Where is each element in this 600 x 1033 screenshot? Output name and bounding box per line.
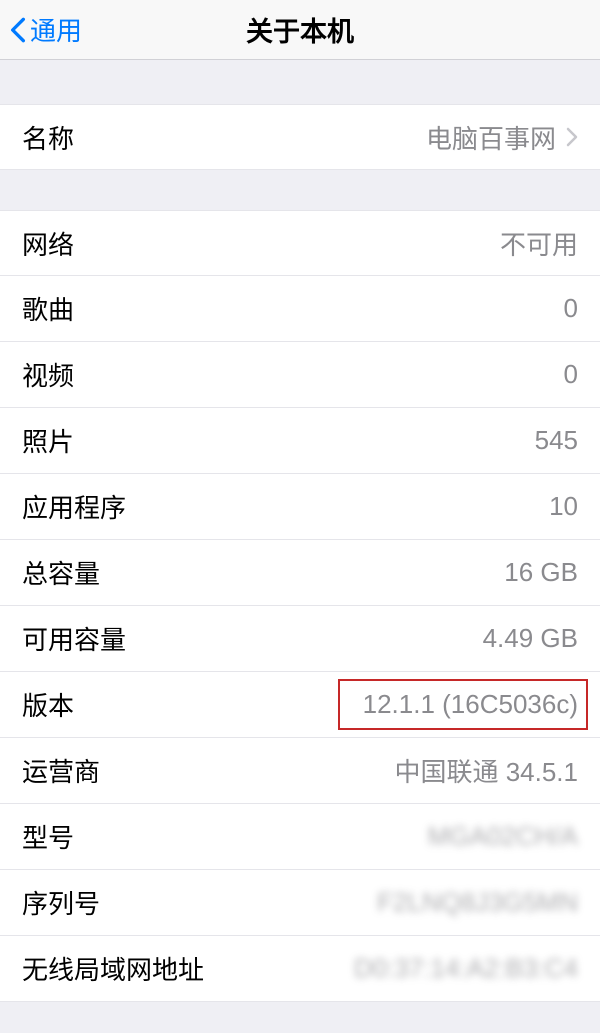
info-label: 歌曲 [22, 290, 74, 327]
nav-header: 通用 关于本机 [0, 0, 600, 60]
info-row[interactable]: 应用程序 10 [0, 474, 600, 540]
info-label: 序列号 [22, 884, 100, 921]
info-label: 型号 [22, 818, 74, 855]
info-value: 不可用 [500, 225, 578, 262]
info-row[interactable]: 总容量 16 GB [0, 540, 600, 606]
info-value: D0:37:14:A2:B3:C4 [354, 953, 578, 984]
info-label: 无线局域网地址 [22, 950, 204, 987]
info-value: 中国联通 34.5.1 [394, 752, 578, 789]
chevron-right-icon [566, 127, 578, 147]
page-title: 关于本机 [246, 10, 354, 49]
info-label: 版本 [22, 686, 74, 723]
info-row[interactable]: 版本 12.1.1 (16C5036c) [0, 672, 600, 738]
section-spacer [0, 60, 600, 104]
info-row[interactable]: 歌曲 0 [0, 276, 600, 342]
info-label: 照片 [22, 422, 74, 459]
info-value: 545 [535, 425, 578, 456]
chevron-left-icon [10, 16, 26, 44]
info-label: 视频 [22, 356, 74, 393]
info-row[interactable]: 照片 545 [0, 408, 600, 474]
name-label: 名称 [22, 119, 74, 156]
info-label: 应用程序 [22, 488, 126, 525]
name-value: 电脑百事网 [426, 119, 578, 156]
info-value: 16 GB [504, 557, 578, 588]
info-label: 运营商 [22, 752, 100, 789]
back-label: 通用 [30, 11, 82, 48]
info-row[interactable]: 视频 0 [0, 342, 600, 408]
info-row[interactable]: 运营商 中国联通 34.5.1 [0, 738, 600, 804]
info-row[interactable]: 可用容量 4.49 GB [0, 606, 600, 672]
info-row[interactable]: 型号 MGA02CH/A [0, 804, 600, 870]
info-label: 网络 [22, 225, 74, 262]
info-label: 总容量 [22, 554, 100, 591]
info-row[interactable]: 网络 不可用 [0, 210, 600, 276]
info-label: 可用容量 [22, 620, 126, 657]
info-value: 0 [564, 359, 578, 390]
back-button[interactable]: 通用 [0, 11, 82, 48]
info-value: 4.49 GB [483, 623, 578, 654]
info-row[interactable]: 序列号 F2LNQ8J3G5MN [0, 870, 600, 936]
info-value: 10 [549, 491, 578, 522]
info-value: 0 [564, 293, 578, 324]
info-value: F2LNQ8J3G5MN [377, 887, 578, 918]
info-row[interactable]: 无线局域网地址 D0:37:14:A2:B3:C4 [0, 936, 600, 1002]
section-spacer [0, 170, 600, 210]
name-cell[interactable]: 名称 电脑百事网 [0, 104, 600, 170]
info-value: 12.1.1 (16C5036c) [363, 689, 578, 720]
info-value: MGA02CH/A [428, 821, 578, 852]
